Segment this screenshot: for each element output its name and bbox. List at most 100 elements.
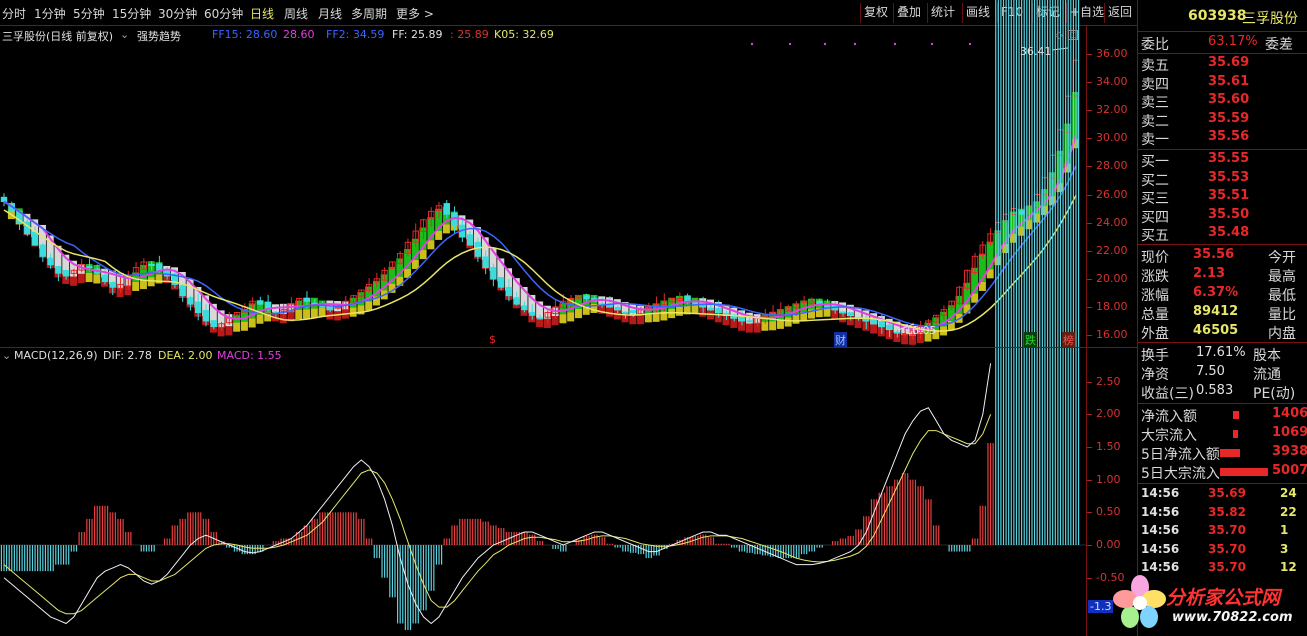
- candle-body: [746, 320, 753, 323]
- trend-ribbon-lower: [784, 317, 792, 327]
- macd-axis-label: 1.00: [1096, 472, 1121, 486]
- money-flow-row[interactable]: 5日大宗流入 5007: [1138, 463, 1307, 482]
- buy-level-price: 35.48: [1208, 225, 1250, 240]
- diamond-icon[interactable]: ◇: [1055, 30, 1063, 41]
- stat2-label: 收益(三): [1141, 386, 1194, 402]
- expand-icon[interactable]: □: [1068, 30, 1078, 40]
- price-axis-label: 16.00: [1096, 327, 1128, 341]
- signal-dot: [968, 42, 972, 46]
- candle-body: [39, 244, 47, 257]
- tick-trade-row[interactable]: 14:56 35.82 22: [1138, 505, 1307, 523]
- money-flow-row[interactable]: 大宗流入 1069: [1138, 425, 1307, 444]
- sell-level-row[interactable]: 卖四 35.61: [1138, 74, 1307, 93]
- candle-body: [303, 297, 311, 302]
- tick-trade-row[interactable]: 14:56 35.70 1: [1138, 523, 1307, 541]
- quote-stat-row[interactable]: 涨幅 6.37% 最低: [1138, 285, 1307, 304]
- candle-body: [529, 311, 536, 316]
- marker-drop[interactable]: 跌: [1024, 332, 1037, 348]
- macd-axis-label: 1.50: [1096, 439, 1121, 453]
- macd-axis-tick: [1087, 479, 1092, 481]
- trend-ribbon-lower: [442, 224, 450, 234]
- marker-finance[interactable]: 财: [834, 332, 847, 348]
- low-price-label: 16.05: [905, 324, 937, 337]
- stat-label: 外盘: [1141, 326, 1169, 342]
- pane-divider[interactable]: [0, 347, 1137, 348]
- buy-level-row[interactable]: 买三 35.51: [1138, 188, 1307, 207]
- trend-ribbon-lower: [769, 321, 777, 331]
- sell-level-price: 35.60: [1208, 92, 1250, 107]
- marker-billboard[interactable]: 榜: [1062, 332, 1075, 348]
- price-axis-label: 32.00: [1096, 103, 1128, 117]
- quote-stat-row[interactable]: 外盘 46505 内盘: [1138, 323, 1307, 342]
- candle-body: [684, 295, 691, 302]
- stat-label-secondary: 今开: [1268, 250, 1296, 266]
- tick-volume: 22: [1280, 504, 1297, 519]
- buy-level-label: 买三: [1141, 191, 1169, 207]
- trend-ribbon-lower: [411, 259, 419, 269]
- dropdown-circle-icon[interactable]: ⌄: [2, 349, 11, 362]
- trend-ribbon-lower: [147, 277, 155, 287]
- buy-level-row[interactable]: 买四 35.50: [1138, 207, 1307, 226]
- sell-level-row[interactable]: 卖三 35.60: [1138, 92, 1307, 111]
- buy-level-row[interactable]: 买二 35.53: [1138, 169, 1307, 189]
- quote-stat2-row[interactable]: 收益(三) 0.583 PE(动): [1138, 383, 1307, 402]
- trend-ribbon-lower: [776, 319, 784, 329]
- trend-ribbon-lower: [668, 308, 676, 319]
- trend-ribbon-lower: [745, 323, 753, 333]
- tick-trade-row[interactable]: 14:56 35.70 3: [1138, 542, 1307, 560]
- price-axis-label: 20.00: [1096, 271, 1128, 285]
- trend-ribbon-lower: [637, 315, 645, 325]
- candle-body: [614, 306, 621, 311]
- macd-value: MACD: 1.55: [217, 349, 282, 362]
- candle-body: [210, 320, 217, 328]
- stat2-label: 换手: [1141, 348, 1169, 364]
- candle-body: [443, 203, 451, 215]
- candle-body: [886, 324, 893, 330]
- trend-ribbon-lower: [85, 272, 93, 283]
- ma-magenta-line: [3, 135, 1077, 331]
- buy-level-row[interactable]: 买五 35.48: [1138, 225, 1307, 244]
- money-flow-row[interactable]: 净流入额 1406: [1138, 406, 1307, 425]
- marker-dividend[interactable]: $: [489, 333, 496, 346]
- quote-stat2-row[interactable]: 换手 17.61% 股本: [1138, 345, 1307, 364]
- candle-body: [179, 285, 186, 297]
- price-axis-label: 26.00: [1096, 187, 1128, 201]
- price-axis-tick: [1087, 278, 1092, 280]
- separator: [1138, 403, 1307, 404]
- signal-dot: [788, 42, 792, 46]
- candle-body: [327, 307, 334, 311]
- money-flow-row[interactable]: 5日净流入额 3938: [1138, 444, 1307, 463]
- quote-stat2-row[interactable]: 净资 7.50 流通: [1138, 364, 1307, 383]
- price-axis-tick: [1087, 334, 1092, 336]
- candle-body: [62, 270, 70, 277]
- flow-label: 大宗流入: [1141, 428, 1197, 444]
- stock-name: 三孚股份: [1242, 11, 1298, 27]
- quote-stat-row[interactable]: 涨跌 2.13 最高: [1138, 266, 1307, 285]
- buy-level-price: 35.53: [1208, 169, 1250, 185]
- trend-ribbon-lower: [77, 273, 85, 284]
- candle-body: [839, 311, 847, 314]
- tick-trade-row[interactable]: 14:56 35.69 24: [1138, 486, 1307, 504]
- macd-dea: DEA: 2.00: [158, 349, 213, 362]
- candle-body: [31, 231, 39, 246]
- tick-volume: 1: [1280, 523, 1289, 537]
- kline-chart-canvas[interactable]: [0, 0, 1086, 636]
- flow-value: 1406: [1272, 406, 1307, 421]
- tick-volume: 3: [1280, 541, 1289, 556]
- separator: [1138, 483, 1307, 484]
- sell-level-row[interactable]: 卖一 35.56: [1138, 129, 1307, 148]
- candle-body: [47, 257, 54, 266]
- macd-title[interactable]: MACD(12,26,9): [14, 349, 98, 362]
- sell-level-row[interactable]: 卖二 35.59: [1138, 111, 1307, 130]
- quote-stat-row[interactable]: 现价 35.56 今开: [1138, 247, 1307, 266]
- buy-level-row[interactable]: 买一 35.55: [1138, 151, 1307, 170]
- tick-volume: 24: [1280, 486, 1297, 500]
- sell-level-row[interactable]: 卖五 35.69: [1138, 55, 1307, 74]
- candle-body: [847, 312, 854, 316]
- tick-price: 35.70: [1208, 560, 1246, 574]
- quote-stat-row[interactable]: 总量 89412 量比: [1138, 304, 1307, 323]
- trend-ribbon-lower: [139, 279, 147, 290]
- buy-level-label: 买二: [1141, 172, 1169, 189]
- sell-level-price: 35.56: [1208, 129, 1250, 144]
- back-button[interactable]: 返回: [1104, 3, 1135, 23]
